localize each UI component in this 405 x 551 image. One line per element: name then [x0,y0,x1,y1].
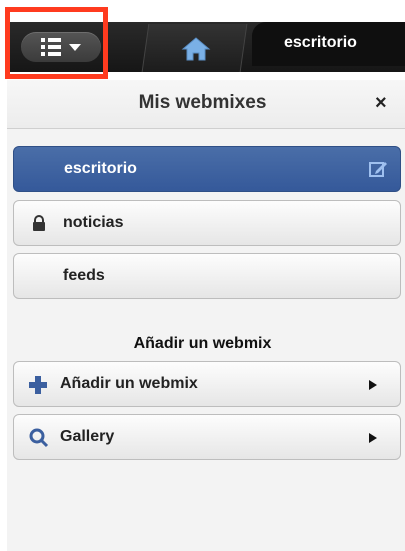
edit-icon[interactable] [368,159,388,179]
gallery-button[interactable]: Gallery [13,414,401,460]
arrow-right-icon [369,433,377,443]
webmix-item-label: feeds [63,267,105,284]
highlight-box [5,7,108,79]
add-webmix-heading: Añadir un webmix [133,335,272,352]
close-icon[interactable]: × [375,92,387,115]
plus-icon [29,376,47,394]
lock-icon [33,215,45,231]
gallery-label: Gallery [60,428,115,445]
tab-escritorio-label: escritorio [284,34,357,51]
arrow-right-icon [369,380,377,390]
add-webmix-button[interactable]: Añadir un webmix [13,361,401,407]
home-icon[interactable] [181,36,211,62]
webmix-item-label: escritorio [64,160,137,177]
panel-title: Mis webmixes [138,92,267,113]
webmix-item-label: noticias [63,214,124,231]
search-icon [29,428,49,448]
webmix-item-escritorio[interactable]: escritorio [13,146,401,192]
webmix-item-feeds[interactable]: feeds [13,253,401,299]
add-webmix-label: Añadir un webmix [60,375,198,392]
webmix-item-noticias[interactable]: noticias [13,200,401,246]
